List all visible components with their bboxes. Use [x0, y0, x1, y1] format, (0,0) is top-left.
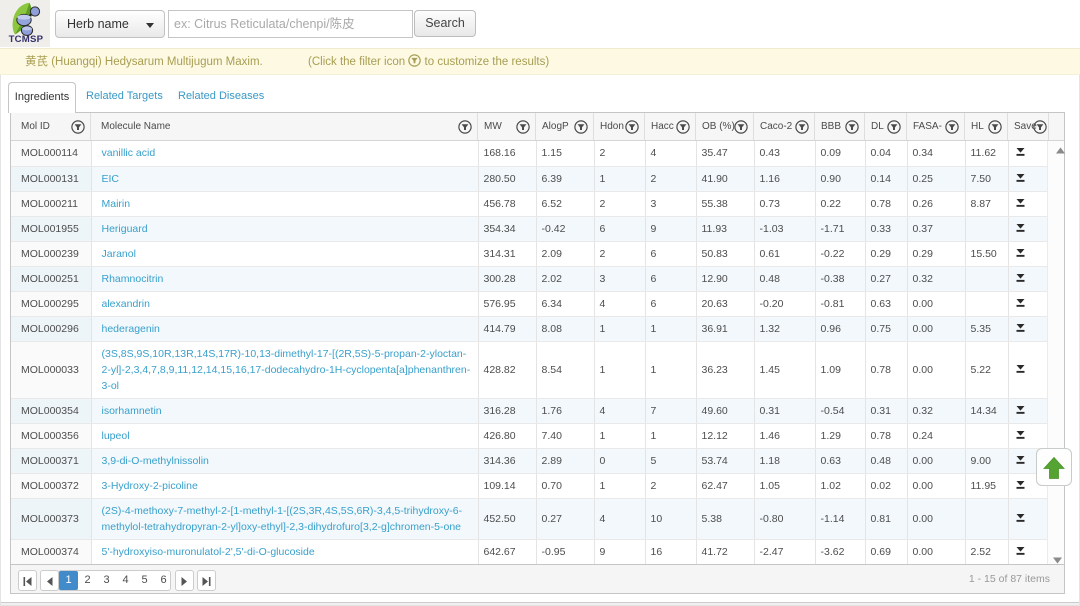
svg-text:TCMSP: TCMSP	[9, 34, 44, 45]
